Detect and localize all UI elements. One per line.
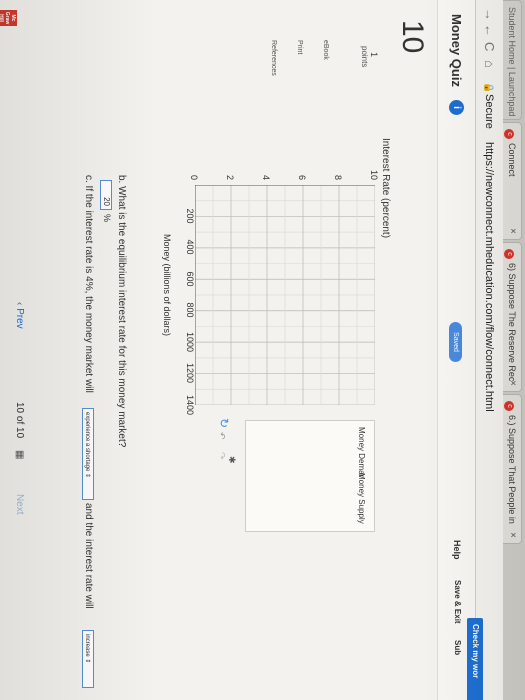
grid-view-icon[interactable]: ▦ [14,450,25,459]
graph-canvas[interactable] [195,185,375,405]
y-tick-label: 0 [189,174,199,180]
x-tick-label: 800 [185,302,195,318]
x-tick-label: 1000 [185,331,195,353]
y-tick-label: 2 [225,174,235,180]
money-demand-tool[interactable]: Money Demar [357,427,366,477]
x-axis-label: Money (billions of dollars) [162,234,172,337]
next-button[interactable]: Next [14,494,25,515]
quiz-header: Money Quiz i Saved Help Save & Exit Sub [437,0,475,700]
question-number: 10 [396,20,429,54]
chegg-icon: c [504,401,514,411]
y-tick-label: 8 [333,174,343,180]
tab-chegg-2[interactable]: c 6.) Suppose That People in × [503,394,522,544]
close-tab-icon[interactable]: × [507,228,518,234]
chegg-icon: c [504,249,514,259]
x-tick-label: 400 [185,239,195,255]
dropdown-value: increase [84,634,90,657]
tab-bar: Student Home | Launchpad c Connect × c 6) … [503,0,525,700]
y-tick-label: 6 [297,174,307,180]
close-tab-icon[interactable]: × [507,532,518,538]
x-tick-label: 1400 [185,394,195,416]
help-link[interactable]: Help [452,540,462,560]
home-icon[interactable]: ⌂ [482,60,497,68]
forward-icon[interactable]: ← [482,24,497,37]
question-b-text: b. What is the equilibrium interest rate… [116,175,127,448]
chevron-down-icon: ⇕ [84,658,90,664]
secure-label: Secure [483,94,495,129]
prev-button[interactable]: ‹ Prev [14,302,25,329]
lock-icon: 🔒 [484,82,494,94]
info-icon[interactable]: i [449,100,464,115]
saved-badge: Saved [449,322,462,362]
close-tab-icon[interactable]: × [507,380,518,386]
dropdown-value: experience a shortage [84,412,90,472]
back-icon[interactable]: → [482,8,497,21]
x-tick-label: 1200 [185,362,195,384]
y-tick-label: 4 [261,174,271,180]
y-axis-label: Interest Rate (percent) [380,138,391,239]
question-c-text-mid: and the interest rate will [83,503,94,609]
tab-chegg-1[interactable]: c 6) Suppose The Reserve Rec × [503,242,522,392]
question-c-dropdown-market[interactable]: experience a shortage ⇕ [82,408,94,500]
y-tick-label: 10 [369,169,379,180]
star-icon: ✱ [227,456,237,464]
graph-toolbox: Money Demar Money Supply [245,420,375,532]
references-link[interactable]: References [270,40,277,76]
page-current: 10 [14,402,25,414]
page-indicator: 10 of 10 [14,402,25,438]
tab-connect[interactable]: c Connect × [503,122,522,240]
browser-window: Student Home | Launchpad c Connect × c 6) … [0,0,525,700]
submit-button[interactable]: Sub [453,640,462,655]
x-tick-label: 600 [185,271,195,287]
question-c-text: c. If the interest rate is 4%, the money… [83,175,94,393]
tab-label: 6) Suppose The Reserve Rec [507,263,517,382]
money-supply-tool[interactable]: Money Supply [357,473,366,524]
url-field[interactable]: https://newconnect.mheducation.com/flow/… [483,142,495,412]
x-tick-label: 200 [185,208,195,224]
question-c-dropdown-rate[interactable]: increase ⇕ [82,630,94,688]
chevron-left-icon: ‹ [14,302,25,306]
save-exit-link[interactable]: Save & Exit [453,580,462,624]
question-b-unit: % [102,214,112,223]
undo-icon[interactable]: ↶ [216,432,227,440]
question-b-answer-input[interactable]: 20 [100,180,112,210]
tab-launchpad[interactable]: Student Home | Launchpad [503,0,522,120]
connect-icon: c [504,129,514,139]
tab-label: 6.) Suppose That People in [507,415,517,524]
mcgraw-hill-logo: Mc Graw Hill [0,10,17,26]
page-total: 10 [14,427,25,439]
points-label: points [360,46,369,68]
points-value: 1 [369,52,379,58]
print-link[interactable]: Print [296,40,303,54]
tab-label: Student Home | Launchpad [507,7,517,117]
tab-label: Connect [507,143,517,177]
ebook-link[interactable]: eBook [322,40,329,60]
page-of-label: of [14,415,25,425]
reload-icon[interactable]: C [482,42,497,51]
check-my-work-button[interactable]: Check my wor [467,618,483,700]
prev-label: Prev [14,308,25,329]
page-title: Money Quiz [449,14,464,87]
address-bar: → ← C ⌂ 🔒 Secure https://newconnect.mhed… [475,0,503,700]
chevron-down-icon: ⇕ [84,473,90,479]
next-label: Next [14,494,25,515]
reset-icon[interactable]: ↻ [217,418,231,428]
